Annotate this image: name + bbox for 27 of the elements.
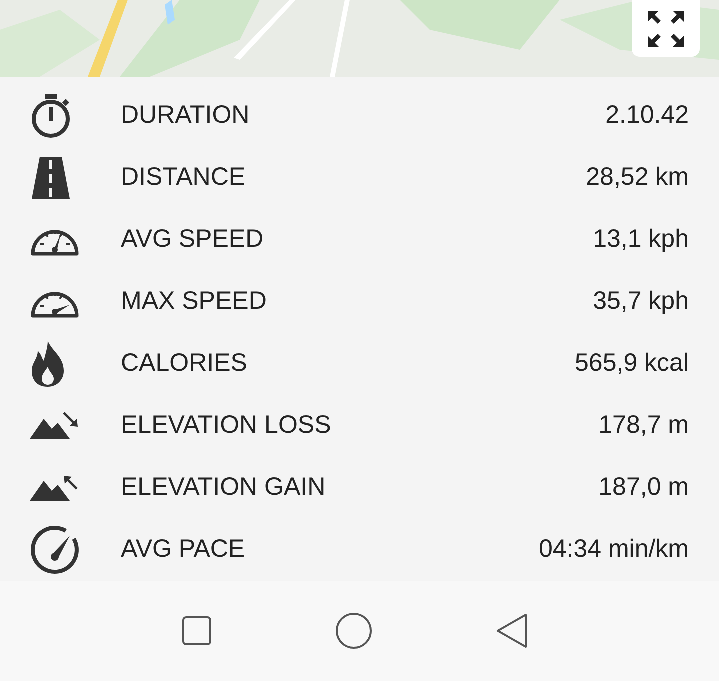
stat-value: 178,7 m bbox=[598, 410, 689, 442]
stat-label: AVG PACE bbox=[121, 534, 246, 566]
stat-value: 187,0 m bbox=[598, 472, 689, 504]
stat-value: 28,52 km bbox=[586, 162, 689, 194]
mountain-up-icon bbox=[30, 473, 80, 503]
flame-icon bbox=[30, 341, 66, 387]
road-icon bbox=[30, 157, 72, 199]
stat-value: 565,9 kcal bbox=[575, 348, 689, 380]
stat-label: AVG SPEED bbox=[121, 224, 265, 256]
recent-apps-icon[interactable] bbox=[182, 616, 212, 646]
stat-value: 2.10.42 bbox=[606, 100, 689, 132]
mountain-down-icon bbox=[30, 411, 80, 441]
home-icon[interactable] bbox=[334, 612, 372, 650]
stat-label: DISTANCE bbox=[121, 162, 247, 194]
stat-value: 04:34 min/km bbox=[538, 534, 689, 566]
gauge-icon bbox=[30, 525, 80, 575]
stat-label: DURATION bbox=[121, 100, 251, 132]
stat-value: 35,7 kph bbox=[593, 286, 689, 318]
fullscreen-button[interactable] bbox=[632, 0, 700, 57]
stat-label: MAX SPEED bbox=[121, 286, 268, 318]
stat-label: ELEVATION LOSS bbox=[121, 410, 332, 442]
stat-label: ELEVATION GAIN bbox=[121, 472, 327, 504]
fullscreen-icon bbox=[646, 8, 686, 48]
stat-label: CALORIES bbox=[121, 348, 248, 380]
stopwatch-icon bbox=[30, 93, 72, 139]
stat-value: 13,1 kph bbox=[593, 224, 689, 256]
back-icon[interactable] bbox=[496, 613, 528, 649]
